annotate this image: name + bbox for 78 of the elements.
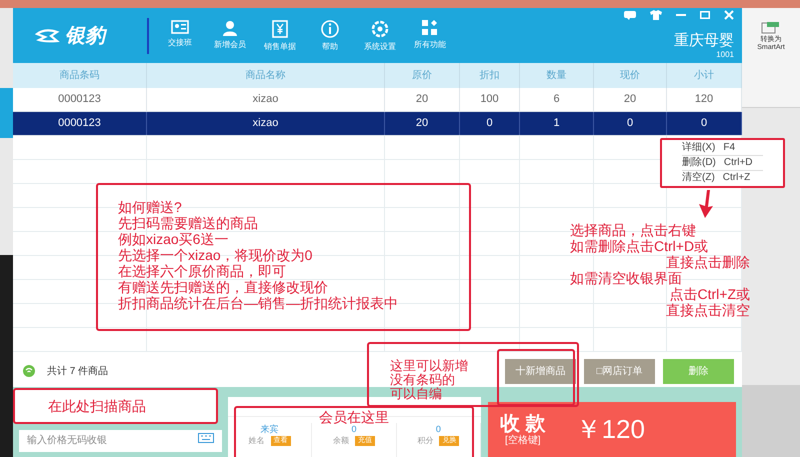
store-name: 重庆母婴: [674, 31, 734, 51]
member-stat-value: 0: [351, 424, 356, 435]
menu-item[interactable]: 清空(Z) Ctrl+Z: [682, 170, 763, 185]
checkout-hint: [空格键]: [505, 434, 541, 446]
member-stat-value: 0: [436, 423, 441, 435]
table-cell: 0: [460, 112, 520, 135]
input-field[interactable]: 输入价格无码收银: [19, 430, 222, 452]
app-logo: 银豹: [65, 24, 105, 48]
footer-button[interactable]: 十新增商品: [505, 358, 576, 384]
toolbar-button[interactable]: 新增会员: [205, 20, 255, 52]
annotation-text: 如需清空收银界面: [570, 270, 682, 286]
annotation-text: 可以自编: [390, 387, 443, 401]
checkout-button[interactable]: 收 款 [空格键] ￥120: [488, 402, 736, 457]
close-icon[interactable]: [724, 10, 734, 20]
annotation-text: 有赠送先扫赠送的，直接修改现价: [118, 279, 329, 295]
toolbar-button[interactable]: 所有功能: [405, 20, 455, 52]
toolbar-button[interactable]: 销售单据: [255, 20, 305, 52]
annotation-text: 点击Ctrl+Z或: [670, 286, 750, 302]
keyboard-icon: [198, 433, 214, 443]
annotation-text: 如需删除点击Ctrl+D或: [570, 238, 708, 254]
item-total: 共计 7 件商品: [47, 364, 108, 378]
settings-icon: [371, 20, 389, 38]
table-cell: xizao: [147, 88, 385, 111]
id-card-icon: [171, 20, 189, 34]
backdrop-panel: [0, 88, 13, 138]
chat-icon[interactable]: [624, 10, 636, 20]
table-cell: 100: [460, 88, 520, 111]
checkout-amount: ￥120: [576, 413, 645, 446]
table-cell: 20: [385, 112, 460, 135]
table-cell: 0: [594, 112, 667, 135]
annotation-text: 没有条码的: [390, 373, 456, 387]
receipt-icon: [272, 20, 288, 38]
annotation-text: 选择商品，点击右键: [570, 222, 696, 238]
table-cell: 1: [520, 112, 594, 135]
table-cell: 20: [385, 88, 460, 111]
member-stat-label: 姓名: [248, 435, 265, 447]
annotation-text: 会员在这里: [319, 409, 389, 425]
arrow-icon: [698, 190, 714, 218]
annotation-text: 直接点击删除: [666, 254, 750, 270]
annotation-text: 在此处扫描商品: [48, 396, 146, 416]
table-row[interactable]: 0000123 xizao 20 100 6 20 120: [13, 88, 742, 112]
footer-button[interactable]: □网店订单: [584, 358, 655, 384]
member-stat-label: 积分: [417, 435, 434, 447]
person-icon: [222, 20, 238, 36]
smartart-icon: [761, 22, 781, 34]
annotation-text: 折扣商品统计在后台—销售—折扣统计报表中: [118, 295, 399, 311]
checkout-label: 收 款: [500, 412, 546, 434]
wifi-icon: [23, 365, 35, 377]
member-stat-value: 来宾: [260, 423, 279, 435]
table-cell: 120: [667, 88, 742, 111]
table-cell: 20: [594, 88, 667, 111]
annotation-text: 先扫码需要赠送的商品: [118, 215, 259, 231]
menu-item[interactable]: 详细(X) F4: [682, 141, 763, 155]
grid-icon: [422, 20, 438, 36]
maximize-icon[interactable]: [700, 11, 710, 19]
table-row[interactable]: 0000123 xizao 20 0 1 0 0: [13, 112, 742, 136]
annotation-text: 直接点击清空: [666, 302, 750, 318]
table-cell: 6: [520, 88, 594, 111]
store-id: 1001: [716, 49, 734, 61]
toolbar-button[interactable]: 帮助: [305, 20, 355, 52]
annotation-text: 如何赠送?: [118, 199, 183, 215]
table-cell: 0000123: [13, 88, 147, 111]
table-cell: xizao: [147, 112, 385, 135]
shirt-icon[interactable]: [650, 10, 662, 20]
toolbar-button[interactable]: 交接班: [155, 20, 205, 52]
backdrop-panel: [742, 385, 800, 457]
member-stat-label: 余额: [332, 435, 349, 447]
info-icon: [321, 20, 339, 38]
logo-icon: [35, 28, 61, 44]
footer-button[interactable]: 删除: [663, 358, 734, 384]
table-cell: 0000123: [13, 112, 147, 135]
annotation-text: 例如xizao买6送一: [118, 231, 230, 247]
annotation-text: 这里可以新增: [390, 359, 468, 373]
annotation-text: 先选择一个xizao，将现价改为0: [118, 247, 314, 263]
annotation-text: 在选择六个原价商品，即可: [118, 263, 287, 279]
menu-item[interactable]: 删除(D) Ctrl+D: [682, 155, 763, 170]
toolbar-button[interactable]: 系统设置: [355, 20, 405, 52]
table-cell: 0: [667, 112, 742, 135]
